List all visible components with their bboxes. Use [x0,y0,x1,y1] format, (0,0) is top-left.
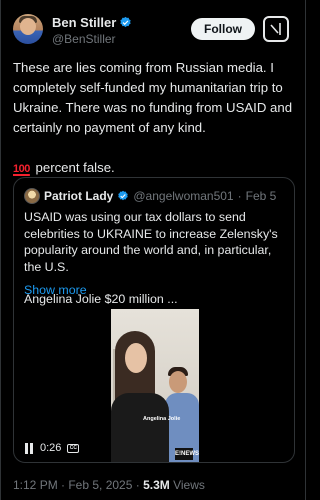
follow-button[interactable]: Follow [191,18,255,40]
author-handle[interactable]: @BenStiller [52,32,116,46]
quoted-post-header: Patriot Lady @angelwoman501 · Feb 5 [24,188,276,204]
video-player[interactable]: Angelina Jolie E!NEWS [111,309,199,462]
post-container: Ben Stiller @BenStiller Follow These are… [0,0,306,500]
author-display-name[interactable]: Ben Stiller [52,15,116,30]
hundred-points-emoji-icon: 100 [13,163,30,175]
grok-icon[interactable] [263,16,289,42]
author-name-row[interactable]: Ben Stiller [52,15,132,30]
views-count: 5.3M [143,478,170,492]
verified-badge-icon [118,190,129,201]
quoted-post-date[interactable]: Feb 5 [246,189,277,203]
quoted-author-avatar[interactable] [24,188,40,204]
post-text-paragraph-2-text: percent false. [31,160,115,175]
quoted-post[interactable]: Patriot Lady @angelwoman501 · Feb 5 USAI… [13,177,295,463]
post-text-paragraph-1: These are lies coming from Russian media… [13,60,293,135]
video-caption: Angelina Jolie [143,416,181,422]
avatar[interactable] [13,14,43,44]
grok-glyph-icon [270,23,281,35]
views-label: Views [169,478,205,492]
post-text-paragraph-2: 100 percent false. [13,158,295,179]
quoted-author-display-name[interactable]: Patriot Lady [44,189,113,203]
closed-captions-icon[interactable]: CC [67,443,80,453]
quoted-text-paragraph-1: USAID was using our tax dollars to send … [24,210,278,274]
enews-logo: E!NEWS [175,448,199,460]
verified-badge-icon [120,16,131,28]
separator-dot: · [237,189,242,203]
video-time: 0:26 [40,442,62,454]
quoted-author-handle[interactable]: @angelwoman501 [133,189,233,203]
video-controls: 0:26 CC [24,442,80,454]
show-more-link[interactable]: Show more [24,283,87,297]
post-header: Ben Stiller @BenStiller Follow [13,12,295,52]
pause-icon[interactable] [24,442,34,454]
post-text: These are lies coming from Russian media… [13,58,295,179]
post-metadata: 1:12 PM · Feb 5, 2025 · 5.3M Views [13,478,205,492]
post-timestamp[interactable]: 1:12 PM · Feb 5, 2025 · [13,478,143,492]
